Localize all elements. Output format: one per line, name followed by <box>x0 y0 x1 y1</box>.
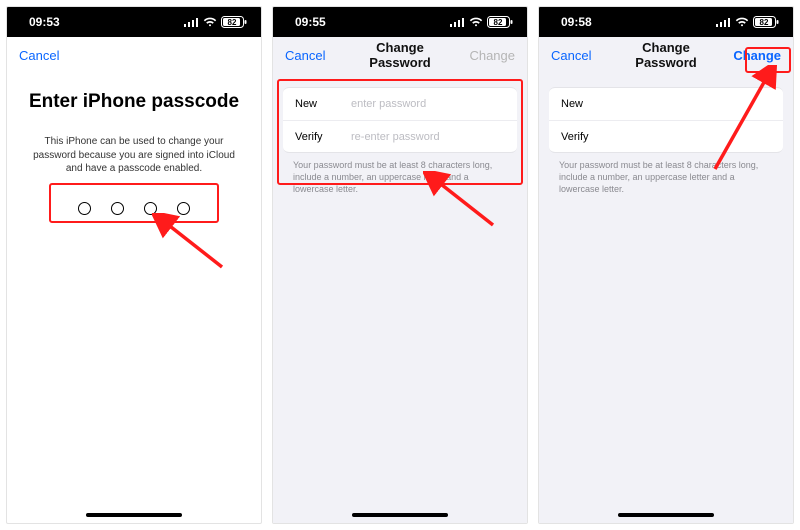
passcode-dot <box>78 202 91 215</box>
wifi-icon <box>735 17 749 27</box>
passcode-dot <box>177 202 190 215</box>
svg-text:82: 82 <box>760 18 769 27</box>
new-password-row: New . <box>549 88 783 120</box>
svg-text:82: 82 <box>494 18 503 27</box>
password-hint: Your password must be at least 8 charact… <box>539 153 793 195</box>
new-password-label: New <box>561 98 617 110</box>
nav-title: Change Password <box>345 40 455 70</box>
passcode-dot <box>111 202 124 215</box>
nav-bar: Cancel Change Password Change <box>273 37 527 73</box>
annotation-arrow-icon <box>152 213 232 273</box>
status-bar: 09:53 82 <box>7 7 261 37</box>
cancel-button[interactable]: Cancel <box>19 48 79 63</box>
page-title: Enter iPhone passcode <box>23 91 245 113</box>
phone-screenshot-2: 09:55 82 Cancel Change Password Change N… <box>272 6 528 524</box>
status-time: 09:55 <box>295 15 326 29</box>
wifi-icon <box>469 17 483 27</box>
status-time: 09:58 <box>561 15 592 29</box>
phone-screenshot-1: 09:53 82 Cancel Enter iPhone passcode Th… <box>6 6 262 524</box>
status-right: 82 <box>184 16 247 28</box>
new-password-field[interactable]: . <box>617 98 771 110</box>
verify-password-row: Verify . <box>549 120 783 152</box>
battery-icon: 82 <box>221 16 247 28</box>
verify-password-row: Verify re-enter password <box>283 120 517 152</box>
passcode-screen-body: Enter iPhone passcode This iPhone can be… <box>7 73 261 215</box>
status-bar: 09:55 82 <box>273 7 527 37</box>
verify-password-field[interactable]: . <box>617 131 771 143</box>
battery-icon: 82 <box>487 16 513 28</box>
status-time: 09:53 <box>29 15 60 29</box>
cancel-button[interactable]: Cancel <box>285 48 345 63</box>
change-button[interactable]: Change <box>455 48 515 63</box>
status-bar: 09:58 82 <box>539 7 793 37</box>
svg-text:82: 82 <box>228 18 237 27</box>
password-form: New enter password Verify re-enter passw… <box>283 87 517 153</box>
passcode-dot <box>144 202 157 215</box>
cancel-button[interactable]: Cancel <box>551 48 611 63</box>
nav-bar: Cancel Change Password Change <box>539 37 793 73</box>
passcode-input[interactable] <box>23 202 245 215</box>
wifi-icon <box>203 17 217 27</box>
cellular-icon <box>450 17 465 27</box>
verify-password-label: Verify <box>561 131 617 143</box>
home-indicator[interactable] <box>618 513 714 517</box>
new-password-label: New <box>295 98 351 110</box>
status-right: 82 <box>716 16 779 28</box>
new-password-field[interactable]: enter password <box>351 98 505 110</box>
verify-password-field[interactable]: re-enter password <box>351 131 505 143</box>
cellular-icon <box>716 17 731 27</box>
form-area: New . Verify . Your password must be at … <box>539 73 793 523</box>
home-indicator[interactable] <box>352 513 448 517</box>
nav-bar: Cancel <box>7 37 261 73</box>
verify-password-label: Verify <box>295 131 351 143</box>
page-description: This iPhone can be used to change your p… <box>23 135 245 176</box>
password-hint: Your password must be at least 8 charact… <box>273 153 527 195</box>
cellular-icon <box>184 17 199 27</box>
new-password-row: New enter password <box>283 88 517 120</box>
nav-title: Change Password <box>611 40 721 70</box>
phone-screenshot-3: 09:58 82 Cancel Change Password Change N… <box>538 6 794 524</box>
form-area: New enter password Verify re-enter passw… <box>273 73 527 523</box>
change-button[interactable]: Change <box>721 48 781 63</box>
status-right: 82 <box>450 16 513 28</box>
password-form: New . Verify . <box>549 87 783 153</box>
home-indicator[interactable] <box>86 513 182 517</box>
battery-icon: 82 <box>753 16 779 28</box>
